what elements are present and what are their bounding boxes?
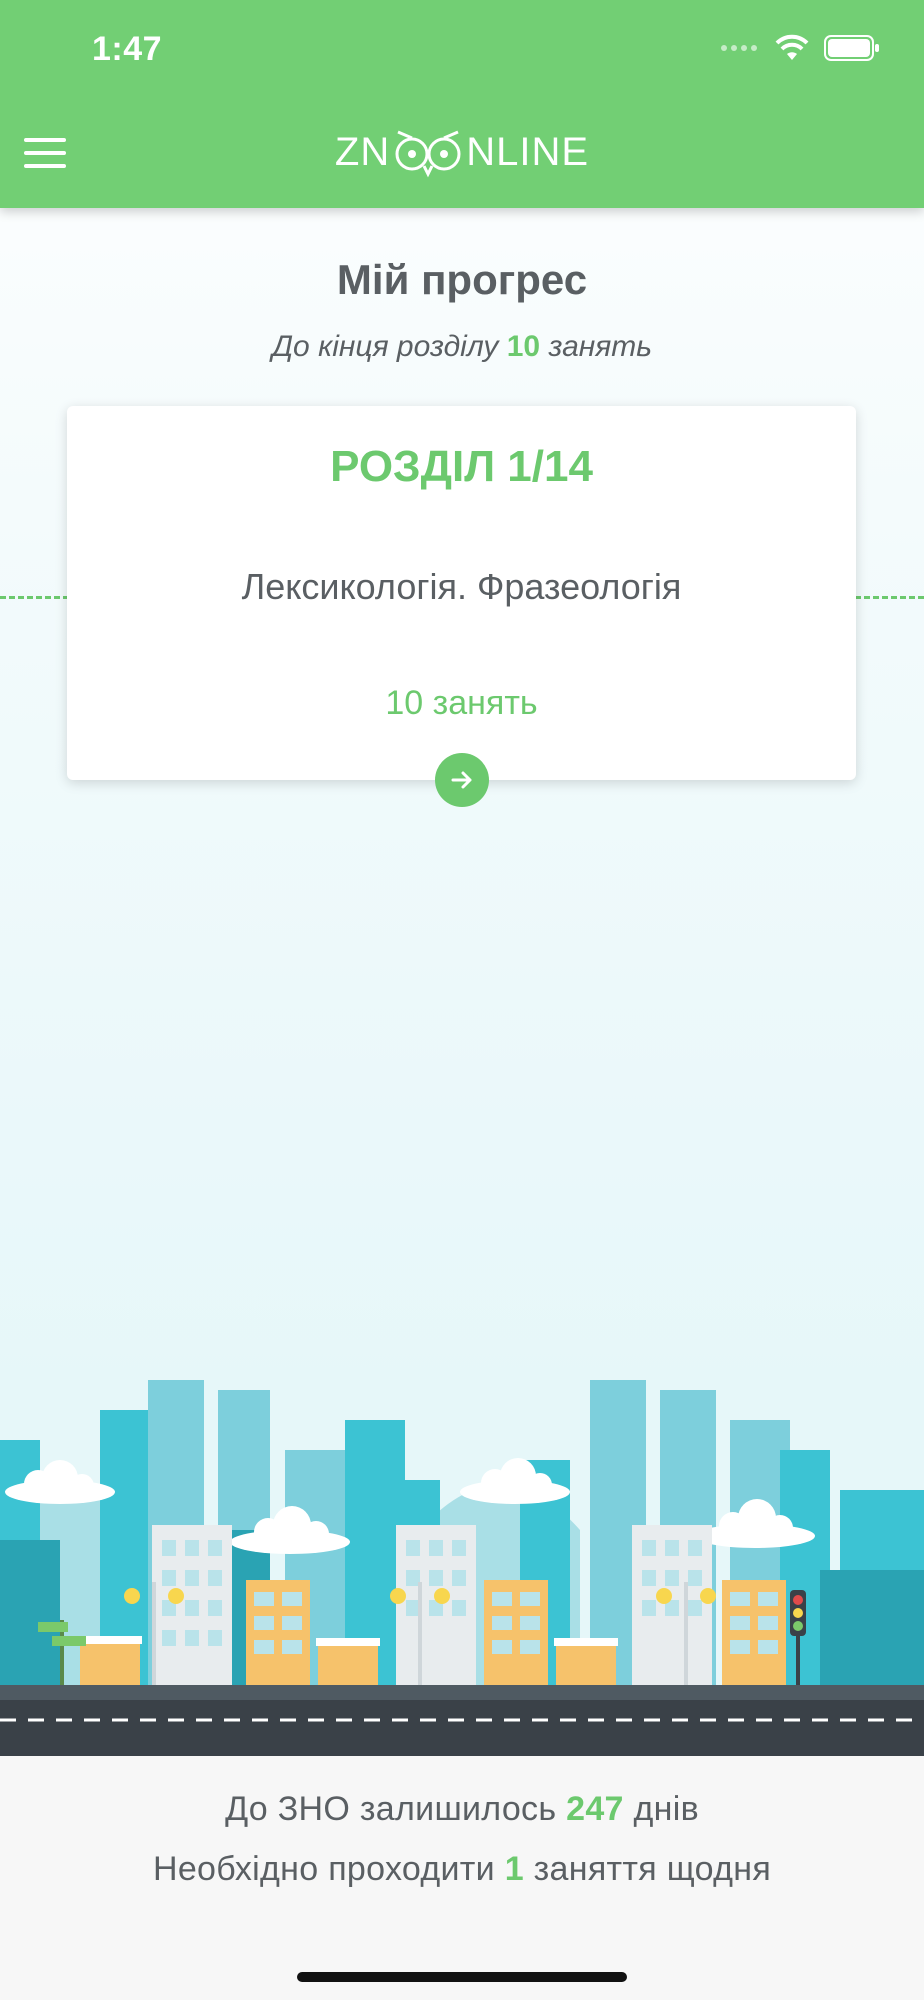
daily-lessons-text: Необхідно проходити 1 заняття щодня xyxy=(0,1850,924,1889)
section-remaining-text: До кінця розділу 10 занять xyxy=(0,330,924,364)
signal-icon xyxy=(721,45,757,51)
section-lessons-count: 10 занять xyxy=(385,684,538,722)
exam-countdown-panel: До ЗНО залишилось 247 днів Необхідно про… xyxy=(0,1756,924,2000)
days-left-prefix: До ЗНО залишилось xyxy=(225,1790,557,1828)
section-topic: Лексикологія. Фразеологія xyxy=(241,566,682,607)
days-left-count: 247 xyxy=(566,1790,624,1828)
app-logo: ZN NLINE xyxy=(0,126,924,178)
logo-text-left: ZN xyxy=(334,129,391,174)
daily-lessons-suffix: заняття щодня xyxy=(533,1850,772,1888)
open-section-button[interactable] xyxy=(435,753,489,807)
status-icons xyxy=(720,34,880,62)
section-label: РОЗДІЛ 1/14 xyxy=(330,442,593,491)
daily-lessons-count: 1 xyxy=(504,1850,524,1888)
wifi-icon xyxy=(775,34,809,60)
city-skyline-illustration xyxy=(0,1380,924,1760)
subtitle-suffix: занять xyxy=(548,330,653,363)
page-title: Мій прогрес xyxy=(336,256,588,303)
arrow-right-icon xyxy=(451,771,472,789)
days-left-text: До ЗНО залишилось 247 днів xyxy=(0,1790,924,1829)
daily-lessons-prefix: Необхідно проходити xyxy=(152,1850,495,1888)
remaining-lessons-count: 10 xyxy=(506,330,541,363)
owl-icon xyxy=(395,130,461,178)
subtitle-prefix: До кінця розділу xyxy=(271,330,499,363)
battery-icon xyxy=(824,35,879,61)
days-left-suffix: днів xyxy=(633,1790,699,1828)
section-card[interactable]: РОЗДІЛ 1/14 Лексикологія. Фразеологія 10… xyxy=(67,406,856,780)
home-indicator[interactable] xyxy=(297,1972,627,1982)
logo-text-right: NLINE xyxy=(466,129,590,174)
app-header: 1:47 ZN NLINE xyxy=(0,0,924,208)
status-time: 1:47 xyxy=(92,30,163,68)
